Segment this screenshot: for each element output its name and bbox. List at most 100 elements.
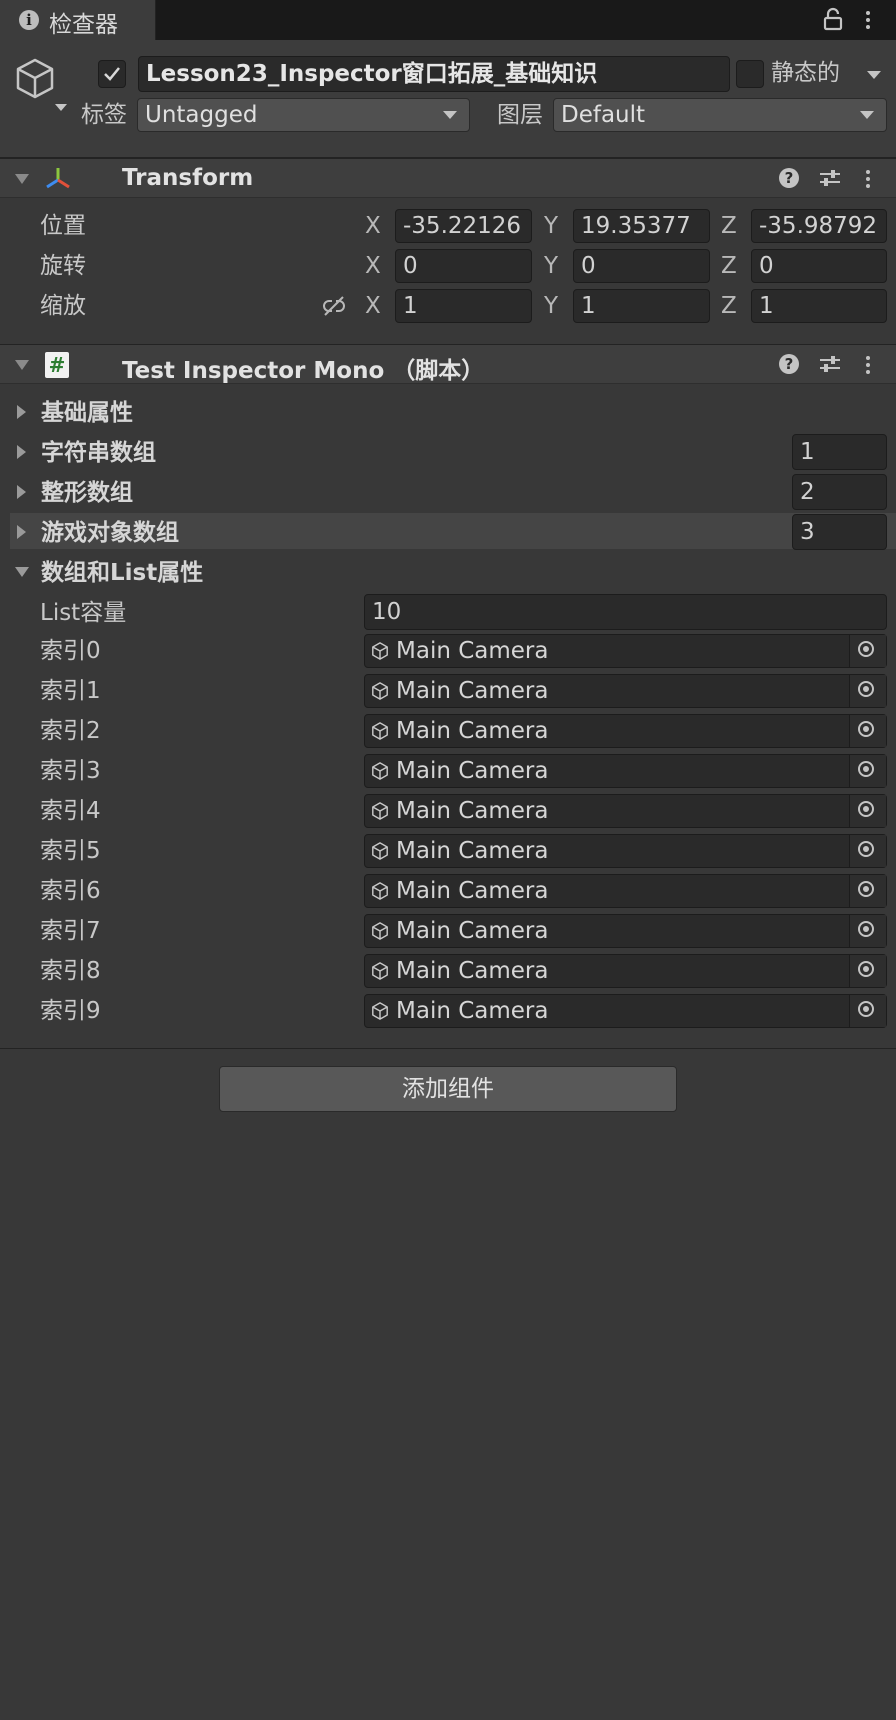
target-icon: [858, 1001, 874, 1017]
static-checkbox[interactable]: [736, 60, 764, 88]
foldout-arrow-icon[interactable]: [15, 174, 29, 184]
object-field[interactable]: Main Camera: [364, 714, 887, 748]
axis-y-label[interactable]: Y: [544, 249, 558, 283]
object-field[interactable]: Main Camera: [364, 874, 887, 908]
object-field[interactable]: Main Camera: [364, 794, 887, 828]
tag-dropdown[interactable]: Untagged: [137, 98, 470, 132]
rotation-y-input[interactable]: 0: [573, 249, 710, 283]
rotation-z-input[interactable]: 0: [751, 249, 887, 283]
component-menu-icon[interactable]: [866, 363, 870, 367]
array-size-input[interactable]: 3: [792, 514, 887, 550]
object-header: Lesson23_Inspector窗口拓展_基础知识 静态的 标签 Untag…: [0, 40, 896, 158]
info-icon: i: [19, 10, 39, 30]
constrain-proportions-link-icon[interactable]: [321, 294, 347, 318]
component-menu-icon[interactable]: [866, 177, 870, 181]
target-icon: [858, 961, 874, 977]
active-checkbox[interactable]: [98, 60, 126, 88]
layer-dropdown[interactable]: Default: [553, 98, 887, 132]
list-item-label: 索引1: [40, 678, 101, 704]
axis-x-label[interactable]: X: [365, 209, 381, 243]
array-size-input[interactable]: 1: [792, 434, 887, 470]
object-field[interactable]: Main Camera: [364, 954, 887, 988]
foldout-arrow-icon[interactable]: [15, 360, 29, 370]
target-icon: [858, 801, 874, 817]
foldout-label[interactable]: 字符串数组: [41, 436, 156, 470]
object-field[interactable]: Main Camera: [364, 914, 887, 948]
object-field[interactable]: Main Camera: [364, 834, 887, 868]
script-component-title: Test Inspector Mono （脚本）: [122, 358, 485, 384]
scale-z-input[interactable]: 1: [751, 289, 887, 323]
axis-z-label[interactable]: Z: [721, 249, 737, 283]
transform-header[interactable]: Transform ?: [0, 158, 896, 198]
object-picker-button[interactable]: [849, 635, 886, 667]
object-field-value: Main Camera: [396, 958, 549, 984]
foldout-label[interactable]: 游戏对象数组: [41, 516, 179, 550]
object-picker-button[interactable]: [849, 755, 886, 787]
foldout-arrow-open-icon[interactable]: [15, 567, 29, 577]
target-icon: [858, 881, 874, 897]
array-size-input[interactable]: 2: [792, 474, 887, 510]
gameobject-cube-icon[interactable]: [15, 56, 71, 112]
tab-inspector[interactable]: i 检查器: [0, 0, 156, 40]
scale-y-input[interactable]: 1: [573, 289, 710, 323]
object-field-value: Main Camera: [396, 918, 549, 944]
presets-sliders-icon[interactable]: [818, 353, 842, 375]
object-field[interactable]: Main Camera: [364, 674, 887, 708]
position-label: 位置: [40, 213, 86, 239]
kebab-menu-icon[interactable]: [866, 18, 870, 22]
foldout-arrow-icon[interactable]: [17, 485, 26, 499]
divider: [0, 1048, 896, 1049]
rotation-x-input[interactable]: 0: [395, 249, 532, 283]
position-y-input[interactable]: 19.35377: [573, 209, 710, 243]
script-component-header[interactable]: # Test Inspector Mono （脚本） ?: [0, 344, 896, 384]
foldout-arrow-icon[interactable]: [17, 405, 26, 419]
static-label: 静态的: [771, 60, 840, 86]
object-picker-button[interactable]: [849, 675, 886, 707]
object-name-input[interactable]: Lesson23_Inspector窗口拓展_基础知识: [138, 56, 730, 92]
gameobject-cube-icon: [372, 762, 388, 780]
list-capacity-label: List容量: [40, 600, 127, 626]
axis-y-label[interactable]: Y: [544, 289, 558, 323]
object-picker-button[interactable]: [849, 995, 886, 1027]
target-icon: [858, 681, 874, 697]
foldout-label[interactable]: 基础属性: [41, 396, 133, 430]
axis-y-label[interactable]: Y: [544, 209, 558, 243]
static-dropdown-icon[interactable]: [867, 71, 881, 79]
object-field[interactable]: Main Camera: [364, 754, 887, 788]
gameobject-cube-icon: [372, 642, 388, 660]
position-x-input[interactable]: -35.22126: [395, 209, 532, 243]
help-icon[interactable]: ?: [779, 168, 799, 188]
object-picker-button[interactable]: [849, 955, 886, 987]
gameobject-cube-icon: [372, 922, 388, 940]
help-icon[interactable]: ?: [779, 354, 799, 374]
object-field-value: Main Camera: [396, 798, 549, 824]
foldout-label[interactable]: 整形数组: [41, 476, 133, 510]
object-field[interactable]: Main Camera: [364, 634, 887, 668]
lock-icon[interactable]: [823, 7, 843, 31]
presets-sliders-icon[interactable]: [818, 167, 842, 189]
foldout-label[interactable]: 数组和List属性: [41, 556, 203, 590]
object-field[interactable]: Main Camera: [364, 994, 887, 1028]
object-picker-button[interactable]: [849, 835, 886, 867]
object-field-value: Main Camera: [396, 718, 549, 744]
gameobject-cube-icon: [372, 1002, 388, 1020]
axis-z-label[interactable]: Z: [721, 289, 737, 323]
scale-x-input[interactable]: 1: [395, 289, 532, 323]
gameobject-cube-icon: [372, 722, 388, 740]
object-picker-button[interactable]: [849, 915, 886, 947]
object-picker-button[interactable]: [849, 875, 886, 907]
foldout-arrow-icon[interactable]: [17, 445, 26, 459]
list-item-label: 索引0: [40, 638, 101, 664]
axis-x-label[interactable]: X: [365, 249, 381, 283]
axis-x-label[interactable]: X: [365, 289, 381, 323]
target-icon: [858, 921, 874, 937]
add-component-button[interactable]: 添加组件: [219, 1066, 677, 1112]
list-capacity-input[interactable]: 10: [364, 594, 887, 630]
object-picker-button[interactable]: [849, 795, 886, 827]
tag-label: 标签: [81, 102, 127, 128]
foldout-arrow-icon[interactable]: [17, 525, 26, 539]
object-field-value: Main Camera: [396, 838, 549, 864]
position-z-input[interactable]: -35.98792: [751, 209, 887, 243]
axis-z-label[interactable]: Z: [721, 209, 737, 243]
object-picker-button[interactable]: [849, 715, 886, 747]
